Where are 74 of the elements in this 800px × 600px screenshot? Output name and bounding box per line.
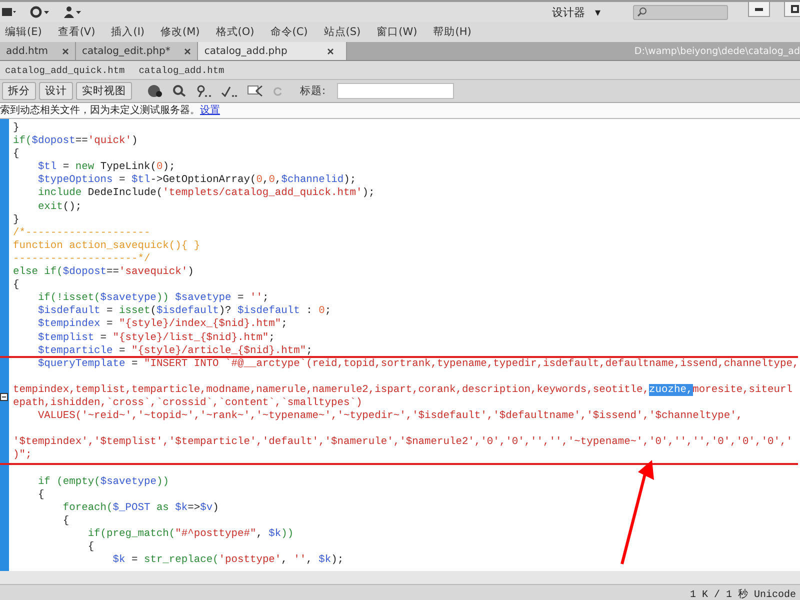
close-icon[interactable] bbox=[184, 48, 192, 54]
search-icon[interactable] bbox=[637, 7, 647, 17]
document-tab[interactable]: catalog_add.php bbox=[198, 42, 348, 60]
code-line: foreach($_POST as $k=>$v) bbox=[62, 502, 220, 515]
code-line: VALUES('~reid~','~topid~','~rank~','~typename~','~typedir~','$isdefault','$defaultname','$issend','$channeltype', bbox=[36, 410, 744, 424]
view-button[interactable]: 设计 bbox=[39, 82, 73, 100]
code-line: { bbox=[86, 541, 96, 554]
menu-item[interactable]: 帮助(H) bbox=[433, 25, 472, 39]
code-line: $templist = "{style}/list_{$nid}.htm"; bbox=[36, 332, 276, 345]
code-line: '$tempindex','$templist','$temparticle','default','$namerule','$namerule2','0','0','','','~typename~','0','','','0','0','0',' bbox=[13, 436, 794, 450]
settings-link[interactable]: 设置 bbox=[200, 105, 220, 116]
related-file-link[interactable]: catalog_add.htm bbox=[138, 64, 224, 76]
code-line: { bbox=[13, 279, 20, 292]
minimize-icon[interactable] bbox=[755, 8, 763, 10]
close-icon[interactable] bbox=[62, 48, 70, 54]
maximize-icon[interactable] bbox=[791, 5, 799, 13]
status-text: 1 K / 1 秒 Unicode bbox=[690, 588, 796, 600]
view-button[interactable]: 拆分 bbox=[2, 82, 36, 100]
code-line: )"; bbox=[13, 449, 33, 462]
horizontal-scrollbar[interactable] bbox=[0, 571, 800, 585]
file-path: D:\wamp\beiyong\dede\catalog_ad bbox=[634, 46, 800, 56]
title-field[interactable] bbox=[336, 83, 454, 99]
menu-item[interactable]: 站点(S) bbox=[324, 25, 361, 39]
maximize-button[interactable] bbox=[784, 1, 800, 17]
code-line: $temparticle = "{style}/article_{$nid}.htm"; bbox=[36, 344, 314, 358]
code-line: exit(); bbox=[36, 200, 83, 214]
code-line: --------------------*/ bbox=[13, 252, 152, 266]
menu-item[interactable]: 命令(C) bbox=[270, 25, 308, 39]
code-line: include DedeInclude('templets/catalog_add_quick.htm'); bbox=[36, 187, 376, 201]
code-line: if(preg_match("#^posttype#", $k)) bbox=[86, 528, 295, 541]
code-line: /*-------------------- bbox=[13, 226, 152, 240]
search-field[interactable] bbox=[633, 4, 728, 20]
related-file-link[interactable]: catalog_add_quick.htm bbox=[5, 64, 125, 76]
code-line: if($dopost=='quick') bbox=[13, 135, 139, 148]
code-line: $isdefault = isset($isdefault)? $isdefault : 0; bbox=[36, 305, 332, 318]
flag-icon[interactable] bbox=[247, 85, 263, 97]
workspace-switcher[interactable]: 设计器 ▾ bbox=[552, 4, 601, 20]
code-line: if (empty($savetype)) bbox=[36, 476, 170, 489]
magnifier-icon[interactable] bbox=[173, 85, 187, 97]
menu-item[interactable]: 修改(M) bbox=[160, 25, 200, 39]
code-line: $typeOptions = $tl->GetOptionArray(0,0,$channelid); bbox=[36, 174, 358, 188]
code-line: } bbox=[13, 122, 20, 136]
menu-item[interactable]: 窗口(W) bbox=[376, 25, 418, 39]
code-line: $queryTemplate = "INSERT INTO `#@__arctype`(reid,topid,sortrank,typename,typedir,isdefault,defaultname,issend,channeltype, bbox=[36, 358, 799, 371]
code-line: function action_savequick(){ } bbox=[13, 240, 202, 253]
menu-item[interactable]: 编辑(E) bbox=[5, 25, 42, 39]
minimize-button[interactable] bbox=[748, 1, 770, 17]
code-line: epath,ishidden,`cross`,`crossid`,`content`,`smalltypes`) bbox=[13, 396, 364, 410]
view-button[interactable]: 实时视图 bbox=[76, 82, 132, 100]
document-tab[interactable]: add.htm bbox=[0, 42, 76, 60]
title-label: 标题: bbox=[300, 84, 326, 98]
gear-icon[interactable] bbox=[30, 6, 50, 18]
document-tab[interactable]: catalog_edit.php* bbox=[76, 42, 198, 60]
tool-icon[interactable] bbox=[197, 85, 211, 97]
code-line: $tempindex = "{style}/index_{$nid}.htm"; bbox=[36, 318, 288, 332]
person-icon[interactable] bbox=[64, 6, 82, 18]
fold-icon[interactable] bbox=[0, 393, 8, 401]
code-line: $k = str_replace('posttype', '', $k); bbox=[112, 554, 345, 568]
info-message: 索到动态相关文件，因为未定义测试服务器。设置 bbox=[0, 104, 221, 118]
menu-item[interactable]: 格式(O) bbox=[216, 25, 254, 39]
code-line: { bbox=[36, 488, 46, 502]
code-line: $tl = new TypeLink(0); bbox=[36, 161, 176, 174]
code-line: else if($dopost=='savequick') bbox=[13, 266, 195, 280]
menu-item[interactable]: 插入(I) bbox=[111, 25, 145, 39]
close-icon[interactable] bbox=[327, 48, 334, 54]
code-line: if(!isset($savetype)) $savetype = ''; bbox=[36, 292, 270, 306]
code-line: tempindex,templist,temparticle,modname,namerule,namerule2,ispart,corank,description,keywords,seotitle,zuozhe,moresite,siteurl bbox=[13, 384, 794, 397]
layout-icon[interactable] bbox=[2, 7, 16, 17]
code-line: } bbox=[13, 214, 20, 227]
code-line: { bbox=[13, 148, 20, 162]
check-icon[interactable] bbox=[221, 85, 237, 97]
menu-item[interactable]: 查看(V) bbox=[58, 25, 96, 39]
code-line: { bbox=[62, 514, 70, 528]
globe-icon[interactable] bbox=[147, 84, 163, 98]
